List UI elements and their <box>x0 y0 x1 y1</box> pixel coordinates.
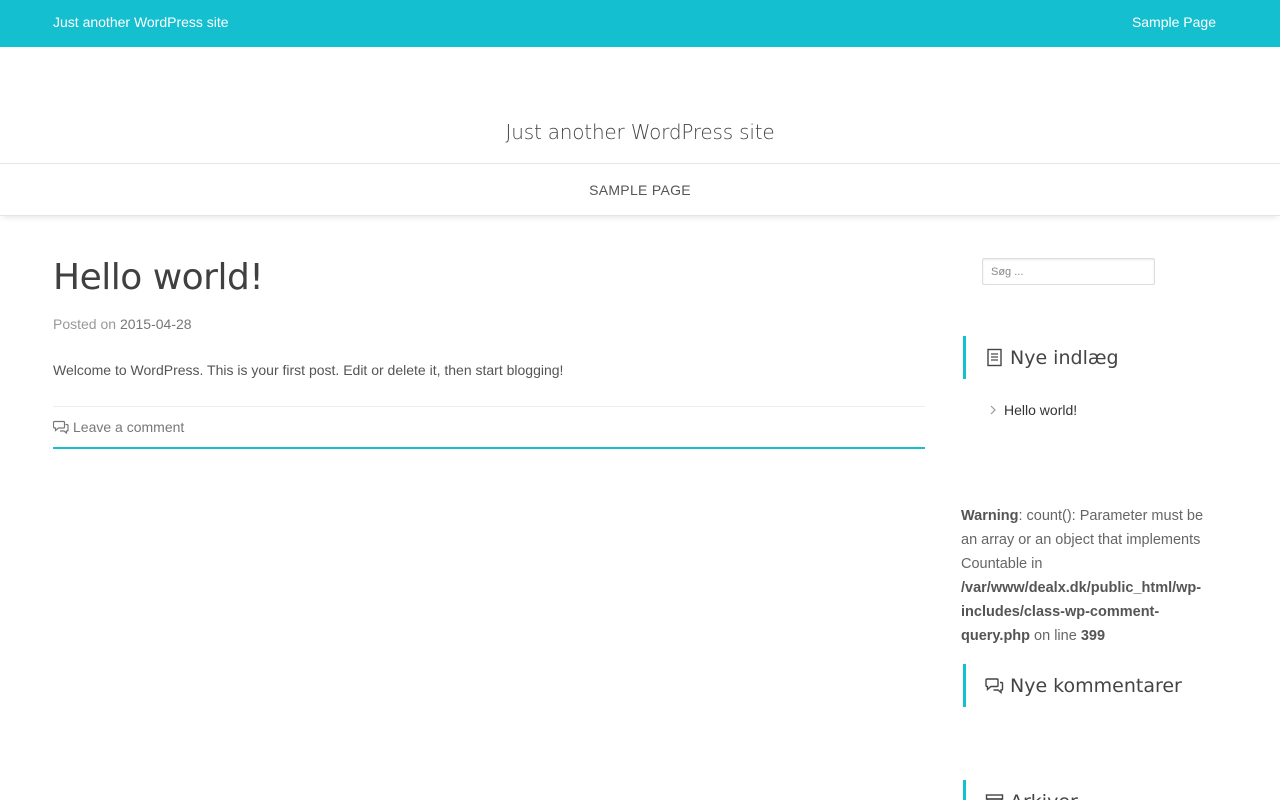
leave-comment-link[interactable]: Leave a comment <box>53 419 184 435</box>
warning-line-text: on line <box>1030 628 1081 644</box>
post-date[interactable]: 2015-04-28 <box>120 316 192 332</box>
warning-line-number: 399 <box>1080 628 1106 644</box>
document-icon <box>987 348 1002 367</box>
widget-title-label: Nye kommentarer <box>1010 674 1182 697</box>
widget-title-recent-comments: Nye kommentarer <box>963 664 1182 707</box>
comments-icon <box>985 678 1004 694</box>
recent-post-item[interactable]: Hello world! <box>988 402 1077 418</box>
chevron-right-icon <box>990 405 996 415</box>
nav-item-sample-page[interactable]: SAMPLE PAGE <box>0 182 1280 198</box>
search-input[interactable] <box>982 258 1155 285</box>
top-site-link[interactable]: Just another WordPress site <box>53 14 229 30</box>
widget-title-archives: Arkiver <box>963 780 1078 800</box>
warning-label: Warning <box>961 508 1019 524</box>
comments-icon <box>53 420 69 434</box>
leave-comment-label: Leave a comment <box>73 419 185 435</box>
widget-title-label: Arkiver <box>1010 791 1078 800</box>
top-bar: Just another WordPress site Sample Page <box>0 0 1280 47</box>
main-navigation: SAMPLE PAGE <box>0 163 1280 216</box>
widget-title-recent-posts: Nye indlæg <box>963 336 1119 379</box>
site-title[interactable]: Just another WordPress site <box>0 120 1280 144</box>
post-title[interactable]: Hello world! <box>53 257 264 298</box>
post-content: Welcome to WordPress. This is your first… <box>53 362 564 378</box>
archive-icon <box>985 794 1004 800</box>
php-warning: Warning: count(): Parameter must be an a… <box>961 504 1223 648</box>
post-meta-prefix: Posted on <box>53 316 117 332</box>
widget-title-label: Nye indlæg <box>1010 346 1119 369</box>
post-meta: Posted on 2015-04-28 <box>53 316 192 332</box>
top-menu-sample-page[interactable]: Sample Page <box>1132 14 1216 30</box>
recent-post-label: Hello world! <box>1004 402 1078 418</box>
post-footer: Leave a comment <box>53 406 925 449</box>
